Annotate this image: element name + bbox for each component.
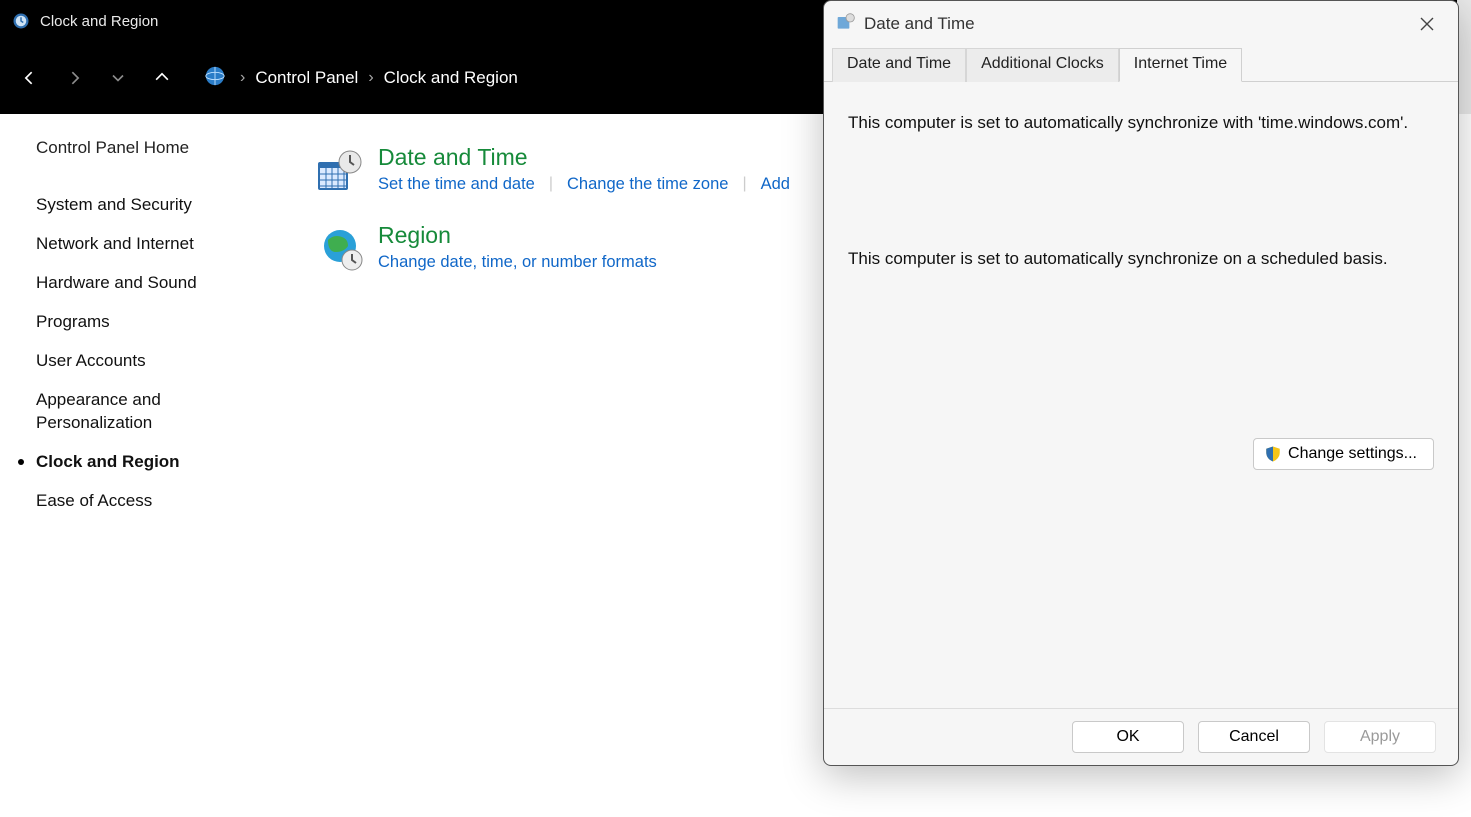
dialog-button-row: OK Cancel Apply (824, 708, 1458, 765)
separator: | (549, 175, 553, 194)
uac-shield-icon (1264, 445, 1282, 463)
tab-additional-clocks[interactable]: Additional Clocks (966, 48, 1119, 82)
clock-region-icon (12, 12, 30, 30)
sidebar-item-user-accounts[interactable]: User Accounts (36, 342, 266, 381)
datetime-small-icon (836, 12, 856, 37)
chevron-right-icon: › (364, 69, 377, 87)
tab-internet-time[interactable]: Internet Time (1119, 48, 1242, 82)
separator: | (742, 175, 746, 194)
ok-button[interactable]: OK (1072, 721, 1184, 753)
globe-clock-icon (204, 65, 226, 92)
sync-status-text-1: This computer is set to automatically sy… (848, 110, 1434, 136)
dialog-titlebar: Date and Time (824, 1, 1458, 47)
forward-button[interactable] (52, 56, 96, 100)
window-title: Clock and Region (40, 13, 158, 30)
up-button[interactable] (140, 56, 184, 100)
region-icon (316, 226, 364, 274)
sidebar-item-network-and-internet[interactable]: Network and Internet (36, 225, 266, 264)
dialog-close-button[interactable] (1404, 8, 1450, 40)
dialog-title: Date and Time (864, 14, 1404, 34)
sidebar-item-system-and-security[interactable]: System and Security (36, 186, 266, 225)
link-add-clocks-truncated[interactable]: Add (761, 175, 790, 194)
date-and-time-dialog: Date and Time Date and Time Additional C… (823, 0, 1459, 766)
link-change-time-zone[interactable]: Change the time zone (567, 175, 728, 194)
change-settings-button[interactable]: Change settings... (1253, 438, 1434, 470)
datetime-icon (316, 148, 364, 196)
sync-status-text-2: This computer is set to automatically sy… (848, 246, 1434, 272)
back-button[interactable] (8, 56, 52, 100)
chevron-right-icon: › (236, 69, 249, 87)
sidebar-item-ease-of-access[interactable]: Ease of Access (36, 482, 266, 521)
sidebar-item-hardware-and-sound[interactable]: Hardware and Sound (36, 264, 266, 303)
tabpanel-internet-time: This computer is set to automatically sy… (824, 82, 1458, 708)
sidebar-item-programs[interactable]: Programs (36, 303, 266, 342)
recent-dropdown-button[interactable] (96, 56, 140, 100)
control-panel-home-link[interactable]: Control Panel Home (36, 138, 266, 158)
link-change-formats[interactable]: Change date, time, or number formats (378, 253, 657, 272)
breadcrumb-leaf[interactable]: Clock and Region (378, 68, 524, 88)
link-set-time-and-date[interactable]: Set the time and date (378, 175, 535, 194)
sidebar: Control Panel Home System and Security N… (0, 114, 280, 817)
apply-button[interactable]: Apply (1324, 721, 1436, 753)
change-settings-label: Change settings... (1288, 445, 1417, 463)
dialog-tabs: Date and Time Additional Clocks Internet… (824, 47, 1458, 82)
category-title[interactable]: Date and Time (378, 144, 790, 171)
sidebar-item-clock-and-region[interactable]: Clock and Region (36, 443, 266, 482)
tab-date-and-time[interactable]: Date and Time (832, 48, 966, 82)
sidebar-item-appearance-and-personalization[interactable]: Appearance and Personalization (36, 381, 266, 443)
cancel-button[interactable]: Cancel (1198, 721, 1310, 753)
category-title[interactable]: Region (378, 222, 657, 249)
breadcrumb-root[interactable]: Control Panel (249, 68, 364, 88)
